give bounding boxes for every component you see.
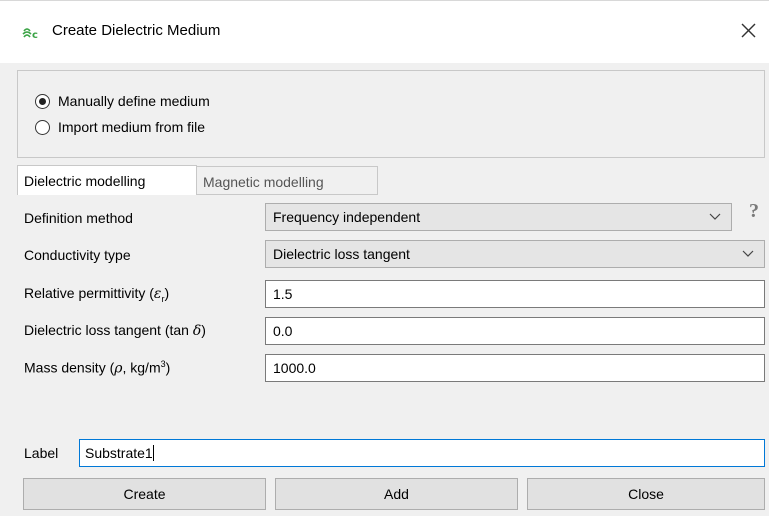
loss-tangent-input[interactable]: 0.0 [265,317,765,345]
definition-method-select[interactable]: Frequency independent [265,203,732,231]
radio-label-import: Import medium from file [58,119,206,135]
svg-text:c: c [32,30,38,41]
radio-button-unchecked[interactable] [35,119,50,135]
label-input[interactable]: Substrate1 [79,439,765,467]
cadfeko-logo-icon: c [22,28,38,41]
relative-permittivity-input[interactable]: 1.5 [265,280,765,308]
create-button[interactable]: Create [23,478,266,510]
chevron-down-icon [742,250,754,257]
label-input-value: Substrate1 [85,445,153,461]
medium-source-group: Manually define medium Import medium fro… [17,70,765,158]
definition-method-label: Definition method [24,210,133,226]
help-icon[interactable]: ? [749,200,759,223]
mass-density-input[interactable]: 1000.0 [265,354,765,382]
loss-tangent-label: Dielectric loss tangent (tan δ) [24,322,206,339]
close-icon[interactable] [736,19,760,43]
relative-permittivity-label: Relative permittivity (εr) [24,285,170,304]
add-button[interactable]: Add [275,478,518,510]
radio-import-file[interactable]: Import medium from file [35,119,205,135]
text-cursor [152,445,154,461]
conductivity-type-label: Conductivity type [24,247,131,263]
window-title: Create Dielectric Medium [52,22,221,39]
label-field-label: Label [24,445,59,461]
definition-method-value: Frequency independent [273,209,421,225]
mass-density-label: Mass density (ρ, kg/m3) [24,359,171,377]
tab-magnetic-modelling[interactable]: Magnetic modelling [196,166,378,195]
conductivity-type-value: Dielectric loss tangent [273,246,410,262]
title-bar: c Create Dielectric Medium [0,0,769,63]
tab-dielectric-modelling[interactable]: Dielectric modelling [17,165,197,195]
conductivity-type-select[interactable]: Dielectric loss tangent [265,240,765,268]
radio-label-manual: Manually define medium [58,93,210,109]
radio-manual-define[interactable]: Manually define medium [35,93,210,109]
radio-button-checked[interactable] [35,93,50,109]
chevron-down-icon [709,213,721,220]
close-button[interactable]: Close [527,478,765,510]
